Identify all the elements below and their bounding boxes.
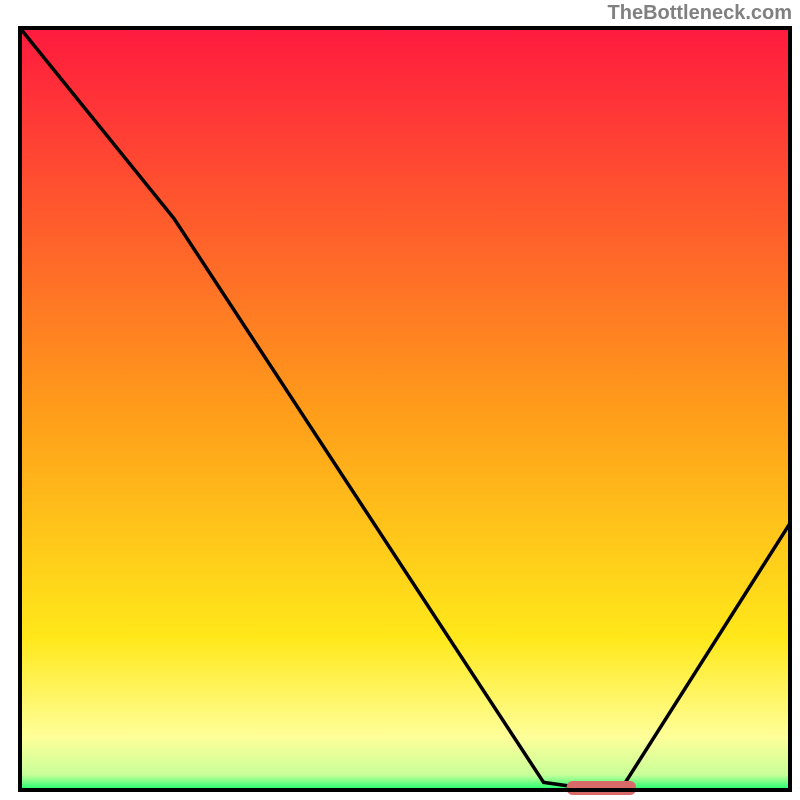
plot-area: [20, 28, 790, 795]
attribution-label: TheBottleneck.com: [608, 2, 792, 25]
bottleneck-chart: [0, 0, 800, 800]
gradient-background: [20, 28, 790, 790]
